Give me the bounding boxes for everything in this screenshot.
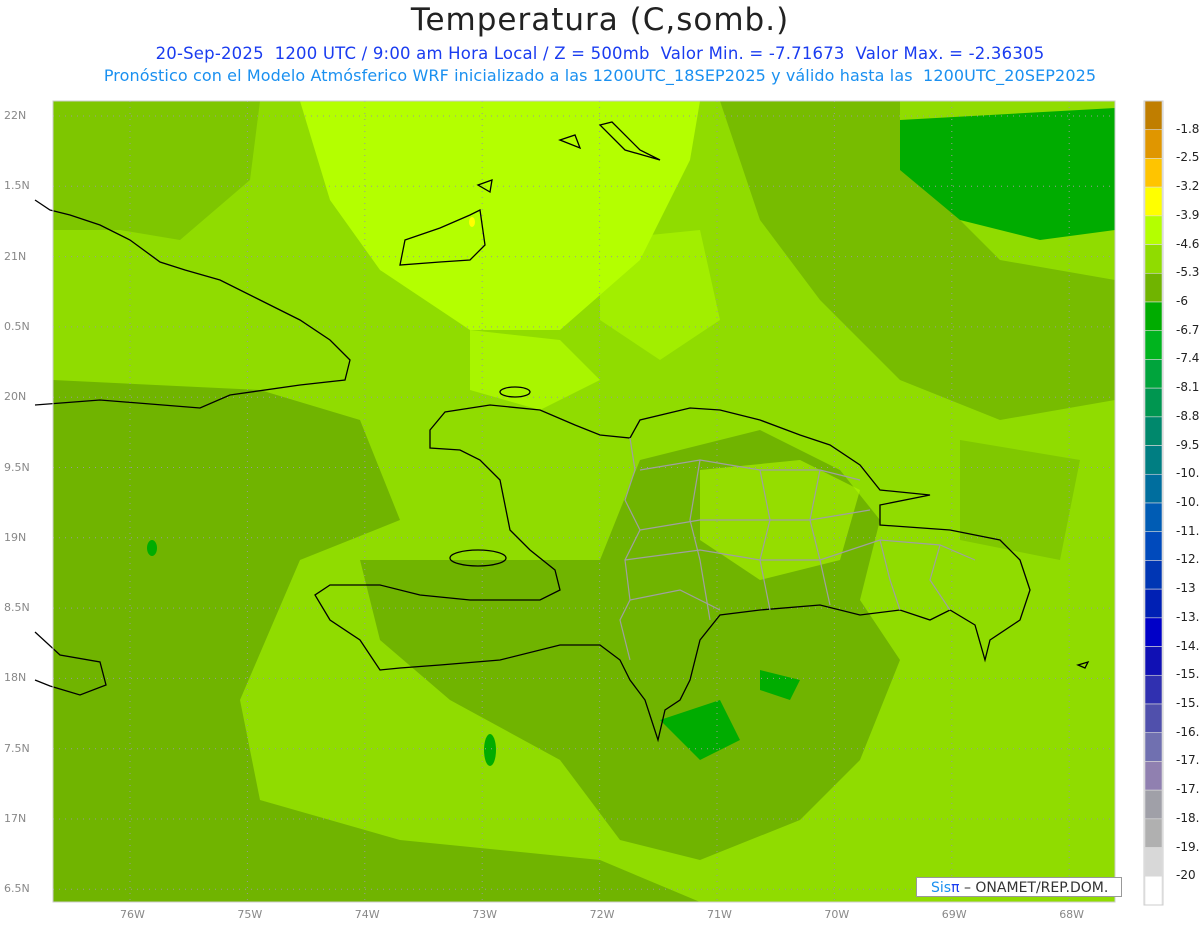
temperature-map (34, 100, 1164, 906)
map-title: Temperatura (C,somb.) (410, 2, 790, 38)
lon-tick-label: 76W (120, 908, 145, 921)
colorbar-swatch (1144, 301, 1163, 332)
colorbar-swatch (1144, 387, 1163, 418)
colorbar (1143, 100, 1164, 906)
colorbar-label: -17.2 (1176, 753, 1200, 768)
colorbar-label: -8.8 (1176, 408, 1200, 423)
colorbar-swatch (1144, 875, 1163, 906)
colorbar-swatch (1144, 473, 1163, 504)
colorbar-label: -6.7 (1176, 322, 1200, 337)
colorbar-swatch (1144, 129, 1163, 159)
lat-tick-label: 8.5N (4, 601, 30, 615)
colorbar-label: -10.2 (1176, 466, 1200, 481)
colorbar-swatch (1144, 646, 1163, 676)
colorbar-swatch (1144, 502, 1163, 533)
colorbar-label: -10.9 (1176, 495, 1200, 509)
colorbar-swatch (1144, 416, 1163, 446)
colorbar-label: -5.3 (1176, 265, 1200, 280)
colorbar-label: -13 (1176, 581, 1196, 596)
valid-time-line: 20-Sep-2025 1200 UTC / 9:00 am Hora Loca… (155, 44, 1045, 63)
colorbar-label: -17.9 (1176, 782, 1200, 797)
lat-tick-label: 18N (4, 671, 27, 685)
credit-sis: Sis (931, 880, 952, 896)
colorbar-label: -15.8 (1176, 696, 1200, 710)
lat-tick-label: 6.5N (4, 882, 30, 896)
colorbar-swatch (1144, 617, 1163, 647)
colorbar-label: -18.6 (1176, 810, 1200, 825)
colorbar-label: -20 (1176, 868, 1196, 883)
lat-tick-label: 1.5N (4, 179, 30, 193)
colorbar-label: -14.4 (1176, 638, 1200, 653)
colorbar-swatch (1144, 330, 1163, 360)
colorbar-label: -3.9 (1176, 207, 1200, 222)
colorbar-label: -7.4 (1176, 351, 1200, 366)
colorbar-label: -3.2 (1176, 179, 1200, 194)
colorbar-label: -16.5 (1176, 724, 1200, 739)
colorbar-swatch (1144, 674, 1163, 705)
colorbar-label: -12.3 (1176, 552, 1200, 567)
colorbar-swatch (1144, 588, 1163, 619)
colorbar-swatch (1144, 100, 1163, 131)
colorbar-swatch (1144, 560, 1163, 590)
lat-tick-label: 0.5N (4, 319, 30, 333)
colorbar-swatch (1144, 272, 1163, 303)
model-info-line: Pronóstico con el Modelo Atmósferico WRF… (103, 66, 1097, 85)
colorbar-swatch (1144, 847, 1163, 877)
colorbar-label: -15.1 (1176, 667, 1200, 682)
lat-tick-label: 22N (4, 109, 27, 122)
colorbar-swatch (1144, 703, 1163, 734)
lat-tick-label: 7.5N (4, 741, 30, 755)
colorbar-swatch (1144, 244, 1163, 274)
colorbar-label: -6 (1176, 294, 1188, 308)
colorbar-swatch (1144, 158, 1163, 188)
colorbar-label: -19.3 (1176, 839, 1200, 854)
lon-tick-label: 69W (941, 908, 967, 921)
temperature-field (53, 101, 1115, 902)
credit-text: – ONAMET/REP.DOM. (959, 880, 1109, 896)
lat-tick-label: 20N (4, 390, 27, 404)
lon-tick-label: 68W (1059, 908, 1085, 921)
colorbar-label: -1.8 (1176, 121, 1200, 136)
colorbar-label: -2.5 (1176, 150, 1200, 165)
lon-tick-label: 73W (472, 908, 498, 921)
colorbar-swatch (1144, 789, 1163, 820)
lat-tick-label: 9.5N (4, 460, 30, 474)
lat-tick-label: 19N (4, 530, 27, 544)
lon-tick-label: 72W (589, 908, 615, 921)
colorbar-swatch (1144, 215, 1163, 245)
credit-badge: Sisπ – ONAMET/REP.DOM. (916, 877, 1122, 897)
colorbar-swatch (1144, 186, 1163, 217)
colorbar-label: -4.6 (1176, 236, 1200, 251)
lon-tick-label: 75W (237, 908, 263, 921)
colorbar-label: -13.7 (1176, 609, 1200, 624)
colorbar-label: -9.5 (1176, 437, 1200, 452)
lon-tick-label: 74W (354, 908, 380, 921)
colorbar-swatch (1144, 732, 1163, 762)
colorbar-label: -11.6 (1176, 523, 1200, 538)
colorbar-label: -8.1 (1176, 380, 1200, 395)
lon-tick-label: 71W (707, 908, 732, 921)
lat-tick-label: 17N (4, 812, 27, 825)
lon-tick-label: 70W (824, 908, 850, 921)
credit-pi: π (951, 880, 960, 896)
colorbar-swatch (1144, 531, 1163, 561)
lat-tick-label: 21N (4, 249, 27, 263)
colorbar-swatch (1144, 359, 1163, 389)
colorbar-swatch (1144, 761, 1163, 791)
colorbar-swatch (1144, 445, 1163, 475)
colorbar-swatch (1144, 818, 1163, 848)
